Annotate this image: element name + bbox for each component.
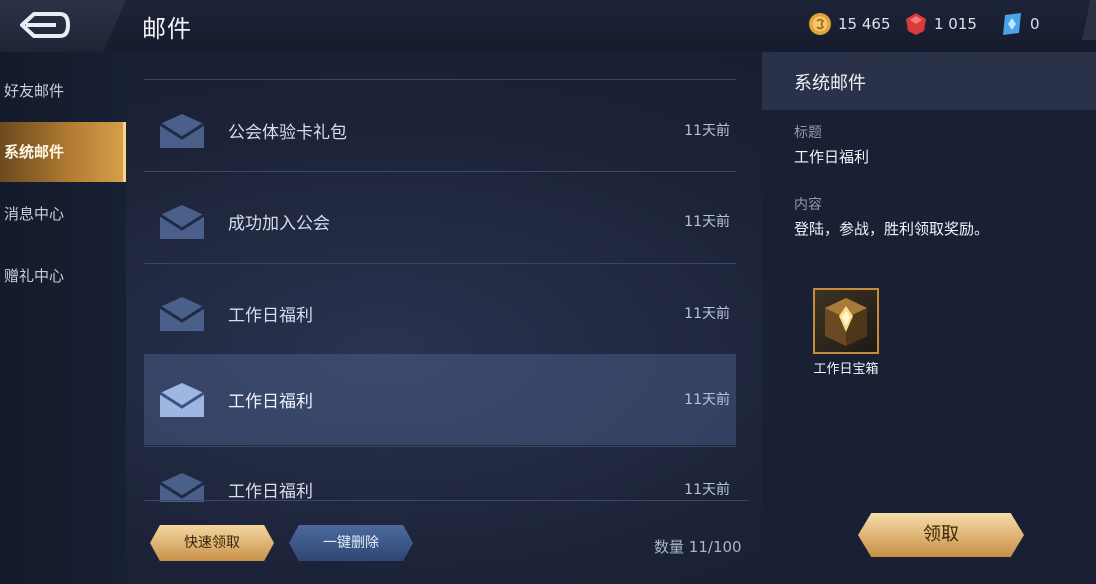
diamond-currency: 0: [1000, 10, 1040, 38]
mail-row[interactable]: 工作日福利 11天前: [144, 268, 736, 359]
detail-content-value: 登陆，参战，胜利领取奖励。: [794, 220, 990, 238]
back-arrow-icon: [20, 12, 70, 38]
list-bottom-divider: [144, 500, 748, 501]
envelope-icon: [159, 205, 205, 239]
mail-detail-panel: 系统邮件 标题 工作日福利 内容 登陆，参战，胜利领取奖励。 工作日宝箱 领取: [762, 52, 1096, 584]
gold-coin-icon: [809, 13, 831, 35]
treasure-chest-icon: [825, 298, 867, 346]
diamond-icon: [1003, 13, 1021, 35]
ruby-amount: 1 015: [934, 15, 977, 33]
reward-name: 工作日宝箱: [813, 362, 879, 377]
sidebar-item-gift-center[interactable]: 赠礼中心: [0, 246, 126, 306]
envelope-icon: [159, 114, 205, 148]
detail-title-label: 标题: [794, 125, 822, 141]
mail-subject: 工作日福利: [228, 392, 313, 412]
list-divider: [144, 79, 736, 80]
mail-count-label: 数量: [654, 538, 685, 556]
detail-title-value: 工作日福利: [794, 148, 870, 166]
ruby-currency: 1 015: [904, 10, 977, 38]
mail-subject: 工作日福利: [228, 306, 313, 326]
sidebar-item-message-center[interactable]: 消息中心: [0, 184, 126, 244]
mail-list[interactable]: 公会体验卡礼包 11天前 成功加入公会 11天前 工作日福利 11天前 工作日福…: [144, 62, 736, 502]
mail-row[interactable]: 成功加入公会 11天前: [144, 176, 736, 267]
gold-currency: 15 465: [808, 10, 891, 38]
detail-header-title: 系统邮件: [794, 73, 866, 94]
mail-time: 11天前: [684, 123, 730, 139]
mail-row[interactable]: 公会体验卡礼包 11天前: [144, 85, 736, 176]
mail-row[interactable]: 工作日福利 11天前: [144, 444, 736, 502]
mail-time: 11天前: [684, 392, 730, 408]
reward-item[interactable]: [813, 288, 879, 354]
mail-time: 11天前: [684, 482, 730, 498]
envelope-icon: [159, 473, 205, 502]
detail-header: 系统邮件: [762, 52, 1096, 110]
mail-row-selected[interactable]: 工作日福利 11天前: [144, 354, 736, 445]
ruby-icon: [906, 13, 926, 35]
mail-count-value: 11/100: [688, 538, 742, 556]
list-divider: [144, 171, 736, 172]
envelope-icon: [159, 383, 205, 417]
delete-all-button[interactable]: 一键删除: [289, 525, 413, 561]
mail-time: 11天前: [684, 306, 730, 322]
claim-button[interactable]: 领取: [858, 513, 1024, 557]
sidebar-item-system-mail[interactable]: 系统邮件: [0, 122, 126, 182]
sidebar-item-friend-mail[interactable]: 好友邮件: [0, 61, 126, 121]
quick-claim-button[interactable]: 快速领取: [150, 525, 274, 561]
detail-content-label: 内容: [794, 197, 822, 213]
mail-subject: 公会体验卡礼包: [228, 123, 347, 143]
mail-time: 11天前: [684, 214, 730, 230]
list-divider: [144, 263, 736, 264]
page-title: 邮件: [142, 15, 192, 43]
mail-subject: 工作日福利: [228, 482, 313, 502]
gold-amount: 15 465: [838, 15, 891, 33]
diamond-amount: 0: [1030, 15, 1040, 33]
envelope-icon: [159, 297, 205, 331]
mail-count: 数量 11/100: [654, 536, 742, 557]
sidebar: 好友邮件 系统邮件 消息中心 赠礼中心: [0, 52, 126, 584]
mail-subject: 成功加入公会: [228, 214, 330, 234]
